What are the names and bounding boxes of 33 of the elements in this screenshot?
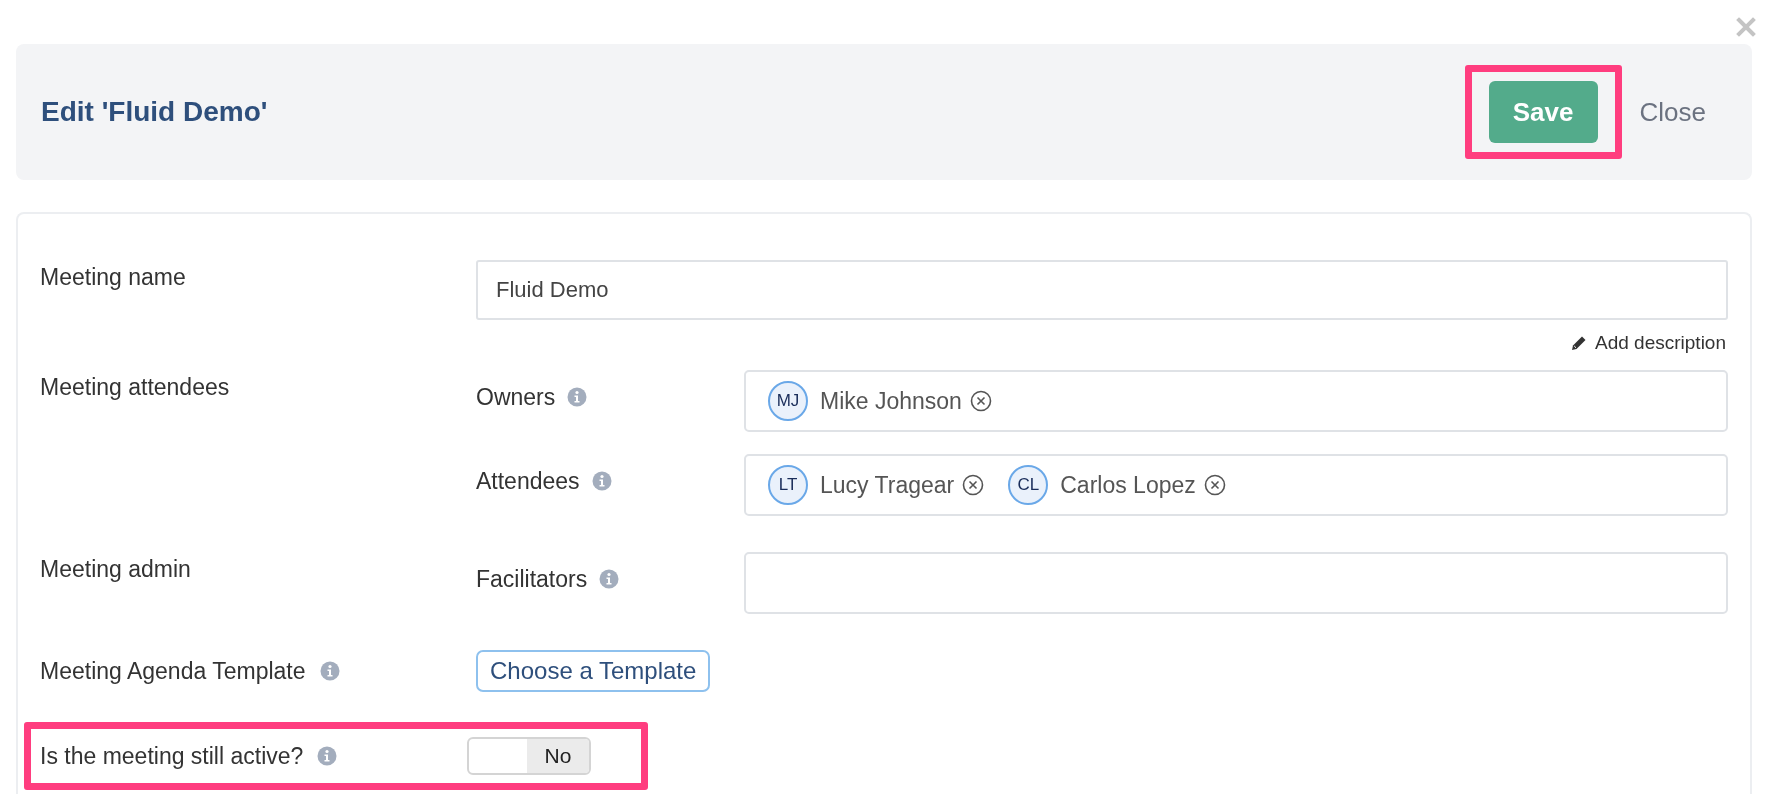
pencil-icon bbox=[1571, 335, 1588, 351]
avatar: LT bbox=[768, 465, 808, 505]
field-label: Meeting name bbox=[40, 263, 187, 292]
info-icon[interactable] bbox=[319, 661, 340, 681]
person-name: Carlos Lopez bbox=[1060, 471, 1196, 499]
field-label: Owners bbox=[476, 384, 556, 411]
remove-icon[interactable] bbox=[962, 474, 985, 496]
people-field[interactable]: MJ Mike Johnson bbox=[744, 370, 1728, 432]
dialog-title: Edit 'Fluid Demo' bbox=[41, 96, 268, 128]
toggle-switch[interactable]: No bbox=[467, 737, 591, 775]
people-field[interactable] bbox=[744, 552, 1728, 614]
info-icon[interactable] bbox=[599, 569, 620, 589]
input-field[interactable]: Fluid Demo bbox=[476, 260, 1728, 320]
field-label: Meeting attendees bbox=[40, 373, 231, 402]
remove-icon[interactable] bbox=[969, 390, 992, 412]
info-icon[interactable] bbox=[591, 471, 612, 491]
person-name: Mike Johnson bbox=[820, 387, 962, 415]
field-label: Facilitators bbox=[476, 566, 588, 593]
close-icon[interactable] bbox=[1736, 17, 1756, 37]
field-label: Meeting admin bbox=[40, 555, 192, 584]
people-field[interactable]: LT Lucy Tragear CL Carlos Lopez bbox=[744, 454, 1728, 516]
info-icon[interactable] bbox=[317, 746, 338, 766]
choose-template-button[interactable]: Choose a Template bbox=[476, 650, 711, 692]
field-label: Attendees bbox=[476, 468, 580, 495]
field-label: Is the meeting still active? bbox=[40, 742, 304, 770]
info-icon[interactable] bbox=[567, 387, 588, 407]
avatar: CL bbox=[1008, 465, 1049, 505]
avatar: MJ bbox=[768, 381, 808, 421]
field-label: Meeting Agenda Template bbox=[40, 657, 306, 685]
add-description-link[interactable]: Add description bbox=[1571, 332, 1726, 354]
person-name: Lucy Tragear bbox=[820, 471, 955, 499]
remove-icon[interactable] bbox=[1203, 474, 1226, 496]
close-button[interactable]: Close bbox=[1633, 96, 1712, 128]
